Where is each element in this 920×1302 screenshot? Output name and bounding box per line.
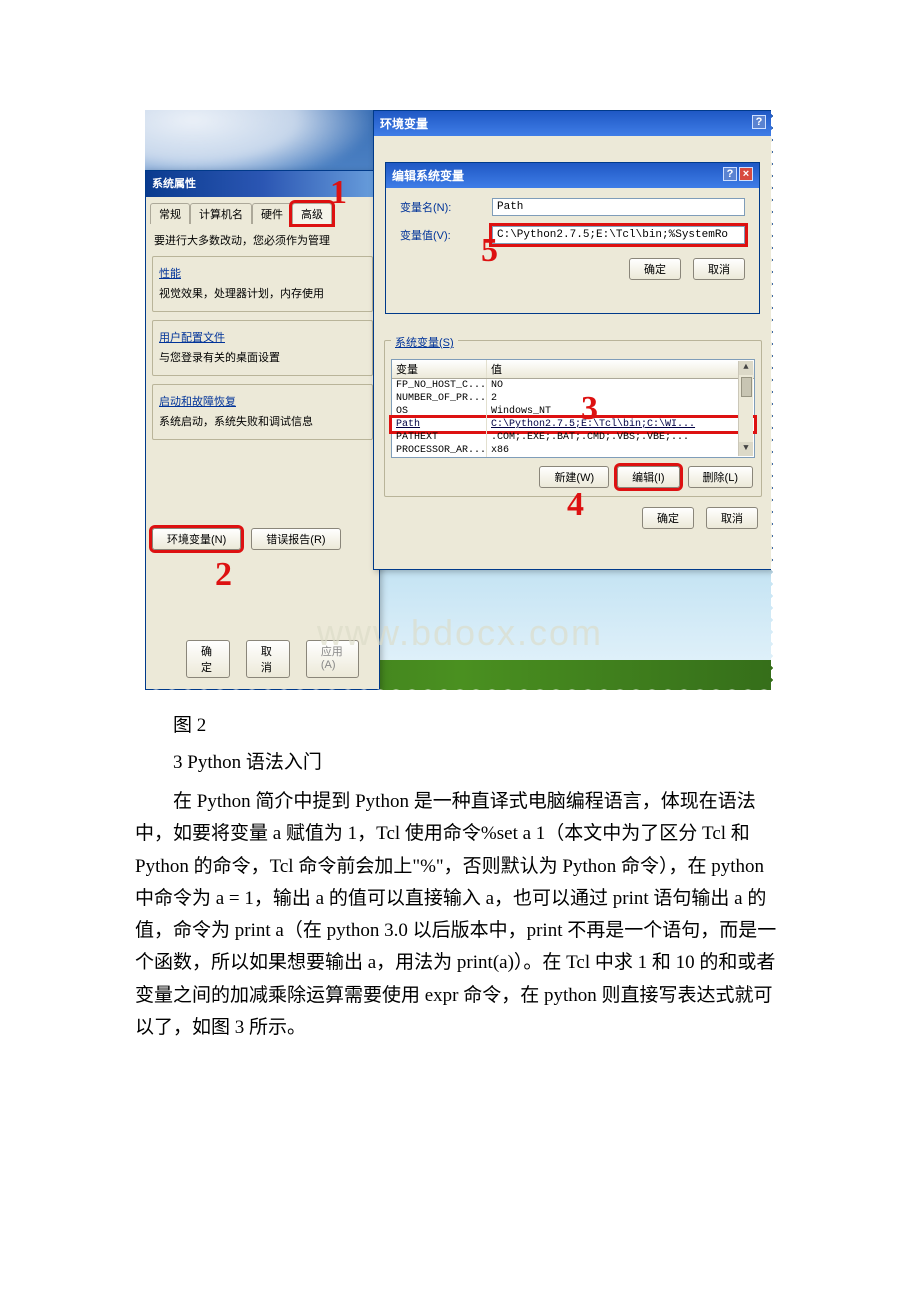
performance-legend: 性能 — [159, 268, 181, 280]
variable-value-label: 变量值(V): — [400, 227, 492, 243]
tab-computer-name[interactable]: 计算机名 — [190, 203, 252, 224]
startup-recovery-group: 启动和故障恢复 系统启动，系统失败和调试信息 — [152, 384, 373, 440]
title-text: 环境变量 — [380, 117, 428, 131]
error-report-button[interactable]: 错误报告(R) — [251, 528, 340, 550]
performance-group: 性能 视觉效果，处理器计划，内存使用 — [152, 256, 373, 312]
scrollbar-thumb[interactable] — [741, 377, 752, 397]
help-icon[interactable]: ? — [723, 167, 737, 181]
apply-button[interactable]: 应用(A) — [306, 640, 359, 678]
scrollbar[interactable]: ▲ ▼ — [738, 361, 753, 456]
system-variables-list[interactable]: 变量 值 FP_NO_HOST_C...NO NUMBER_OF_PR...2 … — [391, 359, 755, 458]
tab-general[interactable]: 常规 — [150, 203, 190, 224]
list-item-path[interactable]: PathC:\Python2.7.5;E:\Tcl\bin;C:\WI... — [392, 418, 754, 431]
user-profile-group: 用户配置文件 与您登录有关的桌面设置 — [152, 320, 373, 376]
edit-button[interactable]: 编辑(I) — [617, 466, 679, 488]
torn-edge-right — [759, 110, 775, 690]
startup-recovery-text: 系统启动，系统失败和调试信息 — [159, 413, 366, 429]
ok-button[interactable]: 确定 — [642, 507, 694, 529]
delete-button[interactable]: 删除(L) — [688, 466, 753, 488]
variable-name-label: 变量名(N): — [400, 199, 492, 215]
ok-button[interactable]: 确定 — [186, 640, 230, 678]
window-title: 编辑系统变量 × ? — [386, 163, 759, 188]
system-variables-legend: 系统变量(S) — [391, 334, 458, 350]
env-variables-button[interactable]: 环境变量(N) — [152, 528, 241, 550]
cancel-button[interactable]: 取消 — [693, 258, 745, 280]
chevron-up-icon[interactable]: ▲ — [739, 361, 753, 375]
column-header-variable: 变量 — [392, 360, 487, 378]
list-item[interactable]: OSWindows_NT — [392, 405, 754, 418]
tab-bar: 常规 计算机名 硬件 高级 — [150, 203, 375, 224]
edit-system-variable-dialog: 编辑系统变量 × ? 变量名(N): 变量值(V): 确定 取消 — [385, 162, 760, 314]
list-item[interactable]: PATHEXT.COM;.EXE;.BAT;.CMD;.VBS;.VBE;... — [392, 431, 754, 444]
admin-note-text: 要进行大多数改动，您必须作为管理 — [154, 232, 371, 248]
cancel-button[interactable]: 取消 — [706, 507, 758, 529]
section-title: 3 Python 语法入门 — [135, 747, 785, 774]
variable-value-input[interactable] — [492, 226, 745, 244]
startup-recovery-legend: 启动和故障恢复 — [159, 396, 236, 408]
list-item[interactable]: PROCESSOR_AR...x86 — [392, 444, 754, 457]
user-profile-text: 与您登录有关的桌面设置 — [159, 349, 366, 365]
title-text: 编辑系统变量 — [392, 169, 464, 183]
close-icon[interactable]: × — [739, 167, 753, 181]
performance-text: 视觉效果，处理器计划，内存使用 — [159, 285, 366, 301]
window-title: 系统属性 — [146, 171, 379, 197]
system-properties-window: 系统属性 常规 计算机名 硬件 高级 要进行大多数改动，您必须作为管理 性能 视… — [145, 170, 380, 690]
new-button[interactable]: 新建(W) — [539, 466, 609, 488]
screenshot-figure: 系统属性 常规 计算机名 硬件 高级 要进行大多数改动，您必须作为管理 性能 视… — [145, 110, 775, 690]
figure-caption: 图 2 — [135, 710, 785, 737]
variable-name-input[interactable] — [492, 198, 745, 216]
window-title: 环境变量 ? — [374, 111, 772, 136]
torn-edge-bottom — [145, 674, 775, 690]
user-profile-legend: 用户配置文件 — [159, 332, 225, 344]
chevron-down-icon[interactable]: ▼ — [739, 442, 753, 456]
column-header-value: 值 — [487, 360, 754, 378]
cancel-button[interactable]: 取消 — [246, 640, 290, 678]
system-variables-group: 系统变量(S) 变量 值 FP_NO_HOST_C...NO NUMBER_OF… — [384, 340, 762, 497]
tab-hardware[interactable]: 硬件 — [252, 203, 292, 224]
tab-advanced[interactable]: 高级 — [292, 203, 332, 224]
body-paragraph: 在 Python 简介中提到 Python 是一种直译式电脑编程语言，体现在语法… — [135, 786, 785, 1044]
ok-button[interactable]: 确定 — [629, 258, 681, 280]
list-item[interactable]: NUMBER_OF_PR...2 — [392, 392, 754, 405]
list-item[interactable]: FP_NO_HOST_C...NO — [392, 379, 754, 392]
